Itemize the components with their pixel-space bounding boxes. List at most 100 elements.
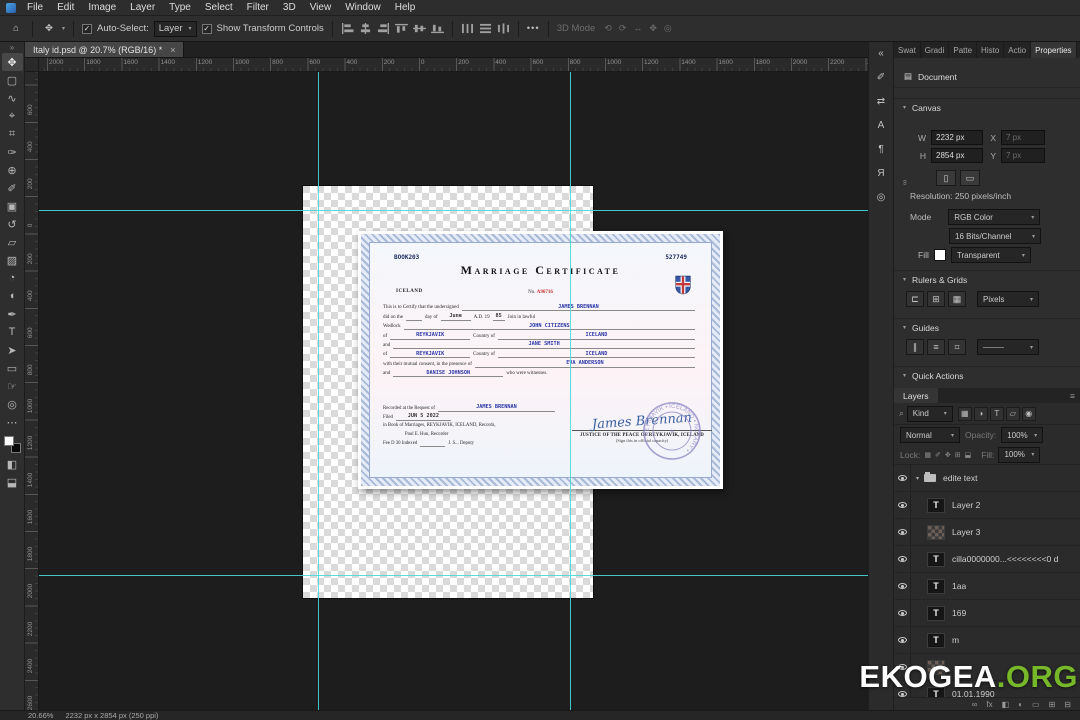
quick-selection-tool[interactable]: ⌖ bbox=[2, 107, 23, 125]
layer-filter-kind-dropdown[interactable]: Kind ▾ bbox=[906, 405, 953, 422]
eye-icon[interactable] bbox=[897, 529, 907, 535]
fill-dropdown[interactable]: Transparent ▾ bbox=[950, 247, 1031, 263]
vertical-guide[interactable] bbox=[570, 72, 571, 710]
shape-tool[interactable]: ▭ bbox=[2, 359, 23, 377]
ruler-icon[interactable]: ⊏ bbox=[906, 291, 924, 307]
clone-stamp-tool[interactable]: ▣ bbox=[2, 197, 23, 215]
menu-item[interactable]: Edit bbox=[50, 0, 81, 15]
visibility-cell[interactable] bbox=[894, 546, 911, 572]
new-group-icon[interactable]: ▭ bbox=[1032, 700, 1040, 709]
foreground-color-swatch[interactable] bbox=[3, 436, 14, 446]
guides-section-header[interactable]: ▾ Guides bbox=[894, 318, 1080, 336]
healing-brush-tool[interactable]: ⊕ bbox=[2, 161, 23, 179]
menu-item[interactable]: Help bbox=[388, 0, 423, 15]
canvas[interactable]: BOOK203 527749 Marriage Certificate ICEL… bbox=[39, 72, 868, 710]
eye-icon[interactable] bbox=[897, 502, 907, 508]
filter-type-layers-icon[interactable]: T bbox=[989, 406, 1004, 421]
certificate-image[interactable]: BOOK203 527749 Marriage Certificate ICEL… bbox=[358, 231, 723, 489]
3d-roll-icon[interactable]: ⟳ bbox=[619, 23, 627, 34]
visibility-cell[interactable] bbox=[894, 600, 911, 626]
glyphs-panel-icon[interactable]: Я bbox=[872, 165, 890, 181]
marquee-tool[interactable]: ▢ bbox=[2, 71, 23, 89]
layer-name[interactable]: cilla0000000...<<<<<<<<0 d bbox=[952, 554, 1058, 564]
landscape-orientation-button[interactable]: ▭ bbox=[960, 170, 980, 186]
align-right-edges-icon[interactable] bbox=[377, 23, 390, 34]
layer-effects-icon[interactable]: fx bbox=[986, 700, 992, 709]
layer-row[interactable]: ▾ T cilla0000000...<<<<<<<<0 d bbox=[894, 546, 1080, 573]
character-panel-icon[interactable]: A bbox=[872, 117, 890, 133]
eraser-tool[interactable]: ▱ bbox=[2, 233, 23, 251]
menu-item[interactable]: Type bbox=[162, 0, 198, 15]
more-options-icon[interactable]: ••• bbox=[527, 23, 540, 34]
panel-tab[interactable]: Patte bbox=[949, 42, 978, 58]
layer-name[interactable]: m bbox=[952, 635, 959, 645]
grid-icon[interactable]: ⊞ bbox=[927, 291, 945, 307]
crop-tool[interactable]: ⌗ bbox=[2, 125, 23, 143]
layer-thumbnail[interactable]: T bbox=[927, 605, 945, 621]
layer-row[interactable]: ▾ T 169 bbox=[894, 600, 1080, 627]
layer-thumbnail[interactable]: T bbox=[927, 551, 945, 567]
rulers-grids-section-header[interactable]: ▾ Rulers & Grids bbox=[894, 270, 1080, 288]
ruler-units-dropdown[interactable]: Pixels ▾ bbox=[977, 291, 1039, 307]
menu-item[interactable]: Layer bbox=[123, 0, 162, 15]
lock-position-icon[interactable]: ✥ bbox=[945, 451, 951, 459]
vertical-guide-icon[interactable]: ∥ bbox=[906, 339, 924, 355]
eyedropper-tool[interactable]: ✑ bbox=[2, 143, 23, 161]
brush-tool[interactable]: ✐ bbox=[2, 179, 23, 197]
blur-tool[interactable]: ◔ bbox=[2, 269, 23, 287]
menu-item[interactable]: Window bbox=[338, 0, 388, 15]
pen-tool[interactable]: ✒ bbox=[2, 305, 23, 323]
lock-artboard-icon[interactable]: ⊞ bbox=[955, 451, 961, 459]
layer-name[interactable]: Layer 3 bbox=[952, 527, 980, 537]
color-mode-dropdown[interactable]: RGB Color ▾ bbox=[948, 209, 1041, 225]
auto-select-checkbox[interactable]: ✓ bbox=[82, 23, 93, 34]
layer-name[interactable]: Layer 2 bbox=[952, 500, 980, 510]
filter-shape-layers-icon[interactable]: ▱ bbox=[1005, 406, 1020, 421]
distribute-center-icon[interactable] bbox=[479, 23, 492, 34]
document-tab[interactable]: Italy id.psd @ 20.7% (RGB/16) * × bbox=[25, 42, 185, 57]
eye-icon[interactable] bbox=[897, 610, 907, 616]
gradient-tool[interactable]: ▨ bbox=[2, 251, 23, 269]
filter-adjustment-layers-icon[interactable]: ◑ bbox=[973, 406, 988, 421]
height-field[interactable]: 2854 px bbox=[931, 148, 983, 163]
align-left-edges-icon[interactable] bbox=[341, 23, 354, 34]
fill-swatch[interactable] bbox=[933, 249, 946, 261]
align-horizontal-centers-icon[interactable] bbox=[359, 23, 372, 34]
layer-name[interactable]: edite text bbox=[943, 473, 978, 483]
menu-item[interactable]: Image bbox=[81, 0, 123, 15]
close-icon[interactable]: × bbox=[170, 45, 175, 55]
visibility-cell[interactable] bbox=[894, 627, 911, 653]
eye-icon[interactable] bbox=[897, 637, 907, 643]
lock-all-icon[interactable]: ⬓ bbox=[965, 451, 972, 459]
distribute-left-icon[interactable] bbox=[461, 23, 474, 34]
canvas-section-header[interactable]: ▾ Canvas bbox=[894, 98, 1080, 116]
app-icon[interactable] bbox=[6, 2, 16, 13]
visibility-cell[interactable] bbox=[894, 465, 911, 491]
eye-icon[interactable] bbox=[897, 583, 907, 589]
fill-dropdown[interactable]: 100% ▾ bbox=[998, 446, 1041, 463]
eye-icon[interactable] bbox=[897, 475, 907, 481]
quick-mask-icon[interactable]: ◧ bbox=[2, 455, 23, 473]
color-swatches[interactable] bbox=[3, 436, 21, 453]
horizontal-guide[interactable] bbox=[39, 210, 868, 211]
more-tools[interactable]: ⋯ bbox=[2, 413, 23, 431]
panel-tab[interactable]: Actio bbox=[1004, 42, 1032, 58]
new-layer-icon[interactable]: ⊞ bbox=[1049, 700, 1056, 709]
3d-orbit-icon[interactable]: ⟲ bbox=[604, 23, 612, 34]
zoom-tool[interactable]: ◎ bbox=[2, 395, 23, 413]
horizontal-guide[interactable] bbox=[39, 575, 868, 576]
tool-preset-caret-icon[interactable]: ▾ bbox=[62, 25, 65, 32]
guide-style-dropdown[interactable]: ——— ▾ bbox=[977, 339, 1039, 355]
show-transform-checkbox[interactable]: ✓ bbox=[201, 23, 212, 34]
align-top-edges-icon[interactable] bbox=[394, 23, 408, 34]
move-tool-icon[interactable]: ✥ bbox=[41, 20, 57, 38]
align-bottom-edges-icon[interactable] bbox=[430, 23, 444, 34]
group-chevron-icon[interactable]: ▾ bbox=[916, 475, 919, 482]
link-layers-icon[interactable]: ∞ bbox=[972, 700, 978, 709]
3d-slide-icon[interactable]: ✥ bbox=[649, 23, 657, 34]
menu-item[interactable]: View bbox=[303, 0, 339, 15]
link-dimensions-icon[interactable]: ∞ bbox=[900, 180, 909, 186]
lasso-tool[interactable]: ∿ bbox=[2, 89, 23, 107]
menu-item[interactable]: Select bbox=[198, 0, 240, 15]
bit-depth-dropdown[interactable]: 16 Bits/Channel ▾ bbox=[949, 228, 1041, 244]
